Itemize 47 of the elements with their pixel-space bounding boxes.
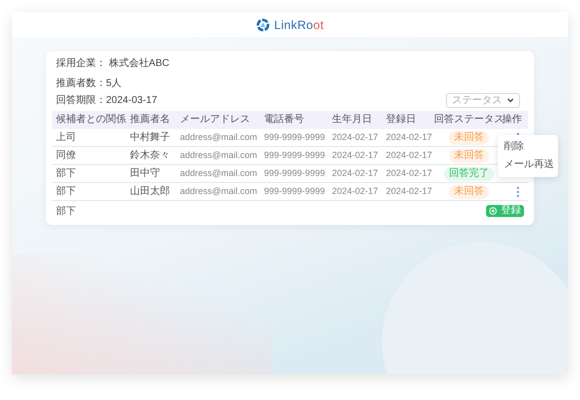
status-badge: 未回答	[449, 130, 489, 144]
table-cell: 2024-02-17	[332, 133, 378, 142]
table-cell: 中村舞子	[130, 132, 170, 142]
logo-text: LinkRoot	[274, 16, 324, 34]
column-header: 電話番号	[264, 115, 304, 125]
table-cell: 2024-02-17	[386, 187, 432, 196]
column-header: 操作	[502, 115, 522, 125]
column-header: メールアドレス	[180, 115, 250, 125]
table-cell-text: 部下	[55, 204, 77, 218]
table-cell: 999-9999-9999	[264, 187, 326, 196]
table-cell: address@mail.com	[180, 187, 258, 196]
menu-item[interactable]: メール再送	[498, 156, 558, 174]
column-header: 登録日	[386, 115, 416, 125]
table-cell: 999-9999-9999	[264, 133, 326, 142]
table-cell: 上司	[56, 132, 76, 142]
table-cell: 2024-02-17	[386, 169, 432, 178]
status-badge: 未回答	[449, 184, 489, 198]
table-cell: 2024-02-17	[386, 133, 432, 142]
recommender-count: 推薦者数：5人	[55, 77, 123, 91]
more-icon[interactable]	[516, 186, 520, 198]
table-cell: 田中守	[130, 168, 160, 178]
table-cell: 2024-02-17	[332, 151, 378, 160]
company-label: 採用企業： 株式会社ABC	[55, 57, 170, 71]
table-cell: 2024-02-17	[332, 169, 378, 178]
menu-item[interactable]: 削除	[498, 138, 558, 156]
table-cell: 2024-02-17	[332, 187, 378, 196]
chevron-down-icon	[507, 98, 514, 103]
logo-icon	[256, 18, 270, 32]
table-cell: 鈴木奈々	[130, 150, 170, 160]
table-cell: 999-9999-9999	[264, 169, 326, 178]
table-cell: 同僚	[56, 150, 76, 160]
plus-circle-icon	[489, 207, 497, 215]
status-badge: 未回答	[449, 148, 489, 162]
table-cell: 山田太郎	[130, 186, 170, 196]
column-header: 回答ステータス	[434, 115, 504, 125]
table-cell: 部下	[56, 168, 76, 178]
column-header: 推薦者名	[130, 115, 170, 125]
column-header: 生年月日	[332, 115, 372, 125]
table-cell: address@mail.com	[180, 133, 258, 142]
status-badge: 回答完了	[444, 166, 494, 180]
table-cell: address@mail.com	[180, 169, 258, 178]
table-cell: 2024-02-17	[386, 151, 432, 160]
deadline-label: 回答期限：2024-03-17	[56, 94, 158, 108]
table-cell: 999-9999-9999	[264, 151, 326, 160]
table-cell: address@mail.com	[180, 151, 258, 160]
column-header: 候補者との関係	[56, 115, 126, 125]
table-cell: 部下	[56, 186, 76, 196]
